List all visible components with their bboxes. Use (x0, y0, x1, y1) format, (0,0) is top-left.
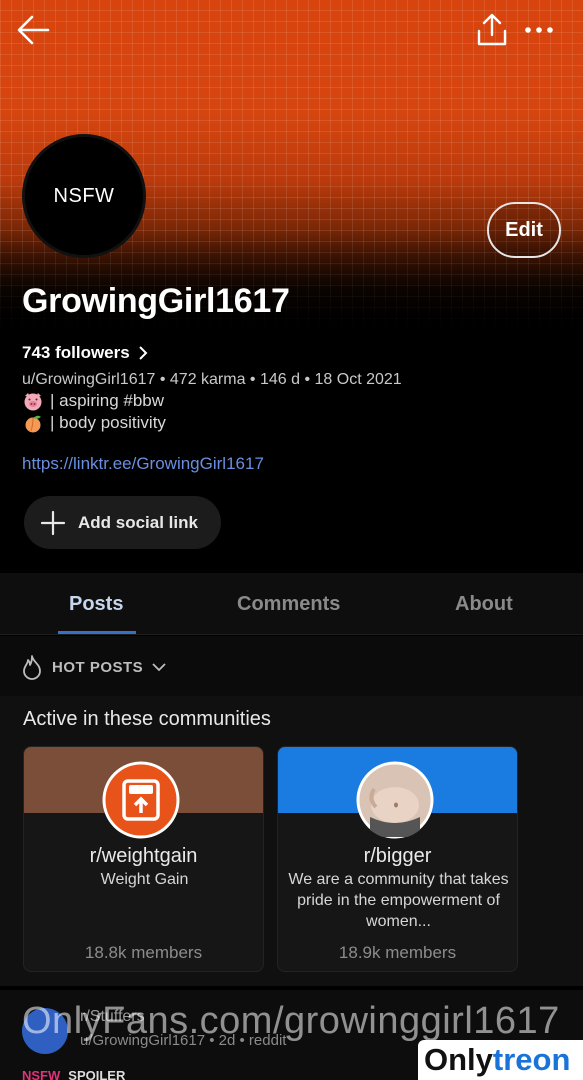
avatar-text: NSFW (53, 184, 115, 207)
chevron-right-icon (139, 346, 148, 360)
display-name: GrowingGirl1617 (22, 282, 290, 320)
sort-bar: HOT POSTS (0, 636, 583, 696)
community-name: r/bigger (363, 845, 432, 867)
tab-about[interactable]: About (455, 593, 513, 616)
communities-title: Active in these communities (23, 708, 271, 730)
nsfw-tag: NSFW (22, 1068, 61, 1080)
community-members: 18.8k members (84, 943, 203, 962)
tab-comments[interactable]: Comments (237, 593, 340, 616)
add-social-link-button[interactable]: Add social link (24, 496, 221, 549)
community-members: 18.9k members (338, 943, 457, 962)
profile-tabs: Posts Comments About (0, 573, 583, 635)
community-card-weightgain[interactable]: r/weightgain Weight Gain 18.8k members (23, 746, 264, 972)
chevron-down-icon (152, 663, 166, 672)
community-description: We are a community that takes pride in t… (288, 871, 509, 930)
post-tags: NSFW SPOILER (22, 1068, 125, 1080)
bio-line-2: | body positivity (22, 413, 166, 433)
more-horizontal-icon[interactable] (522, 20, 556, 40)
plus-icon (40, 510, 66, 535)
bio-text-1: | aspiring #bbw (50, 391, 165, 410)
brand-text-a: Only (424, 1042, 493, 1077)
add-social-link-label: Add social link (78, 512, 198, 532)
profile-link[interactable]: https://linktr.ee/GrowingGirl1617 (22, 454, 264, 474)
community-description: Weight Gain (100, 871, 189, 888)
flame-icon (23, 655, 41, 680)
share-icon[interactable] (474, 12, 510, 48)
brand-logo: Only treon (418, 1040, 583, 1080)
peach-icon (25, 415, 41, 433)
arrow-left-icon[interactable] (14, 10, 54, 50)
avatar[interactable]: NSFW (22, 134, 146, 258)
followers-link[interactable]: 743 followers (22, 343, 148, 363)
watermark-text: OnlyFans.com/growinggirl1617 (22, 1000, 560, 1042)
pig-face-icon (24, 393, 42, 411)
bio-text-2: | body positivity (50, 413, 166, 432)
bio-line-1: | aspiring #bbw (22, 391, 164, 411)
sort-dropdown[interactable]: HOT POSTS (20, 654, 167, 680)
sort-label: HOT POSTS (52, 658, 144, 676)
tab-posts[interactable]: Posts (69, 593, 123, 616)
spoiler-tag: SPOILER (68, 1068, 126, 1080)
communities-section: Active in these communities r/weightgain… (0, 696, 583, 986)
scale-icon (102, 761, 180, 839)
edit-button[interactable]: Edit (487, 202, 561, 258)
active-tab-indicator (58, 631, 136, 634)
followers-count: 743 followers (22, 343, 130, 362)
profile-meta: u/GrowingGirl1617 • 472 karma • 146 d • … (22, 371, 402, 388)
community-card-bigger[interactable]: r/bigger We are a community that takes p… (277, 746, 518, 972)
brand-text-b: treon (492, 1042, 571, 1077)
community-name: r/weightgain (89, 845, 198, 867)
community-avatar-icon (356, 761, 434, 839)
